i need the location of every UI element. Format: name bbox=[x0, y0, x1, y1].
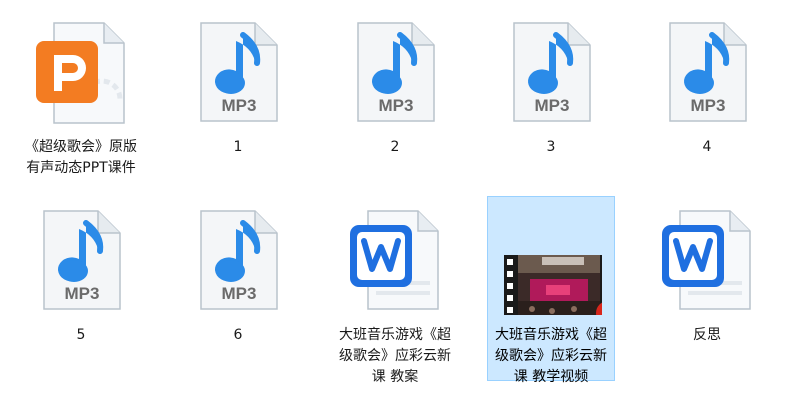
mp3-icon: MP3 bbox=[669, 22, 747, 122]
file-item-mp3[interactable]: MP3 2 bbox=[331, 8, 459, 193]
file-label: 大班音乐游戏《超级歌会》应彩云新课 教案 bbox=[339, 327, 451, 385]
svg-text:MP3: MP3 bbox=[222, 96, 257, 115]
file-item-doc[interactable]: 大班音乐游戏《超级歌会》应彩云新课 教案 bbox=[331, 196, 459, 385]
mp3-icon: MP3 bbox=[200, 210, 278, 310]
file-label: 5 bbox=[76, 327, 86, 343]
file-item-mp3[interactable]: MP3 1 bbox=[174, 8, 302, 193]
ppt-icon bbox=[36, 22, 125, 124]
wps-writer-icon bbox=[350, 210, 439, 310]
video-thumbnail-icon bbox=[504, 255, 602, 315]
file-label: 4 bbox=[702, 139, 712, 155]
file-label: 2 bbox=[390, 139, 400, 155]
svg-text:MP3: MP3 bbox=[65, 284, 100, 303]
mp3-icon: MP3 bbox=[513, 22, 591, 122]
file-item-mp3[interactable]: MP3 3 bbox=[487, 8, 615, 193]
file-label: 6 bbox=[233, 327, 243, 343]
file-label: 3 bbox=[546, 139, 556, 155]
file-item-mp3[interactable]: MP3 5 bbox=[17, 196, 145, 381]
file-item-ppt[interactable]: 《超级歌会》原版有声动态PPT课件 bbox=[17, 8, 145, 193]
file-item-doc[interactable]: 反思 bbox=[643, 196, 771, 381]
file-label: 《超级歌会》原版有声动态PPT课件 bbox=[25, 139, 137, 176]
svg-text:MP3: MP3 bbox=[379, 96, 414, 115]
svg-text:MP3: MP3 bbox=[691, 96, 726, 115]
file-label: 1 bbox=[233, 139, 243, 155]
mp3-icon: MP3 bbox=[357, 22, 435, 122]
file-item-mp3[interactable]: MP3 4 bbox=[643, 8, 771, 193]
mp3-icon: MP3 bbox=[43, 210, 121, 310]
mp3-icon: MP3 bbox=[200, 22, 278, 122]
file-item-mp3[interactable]: MP3 6 bbox=[174, 196, 302, 381]
file-label: 反思 bbox=[693, 327, 721, 343]
wps-writer-icon bbox=[662, 210, 751, 310]
svg-text:MP3: MP3 bbox=[535, 96, 570, 115]
file-label: 大班音乐游戏《超级歌会》应彩云新课 教学视频 bbox=[495, 327, 607, 385]
file-item-video[interactable]: 大班音乐游戏《超级歌会》应彩云新课 教学视频 bbox=[487, 196, 615, 385]
svg-text:MP3: MP3 bbox=[222, 284, 257, 303]
